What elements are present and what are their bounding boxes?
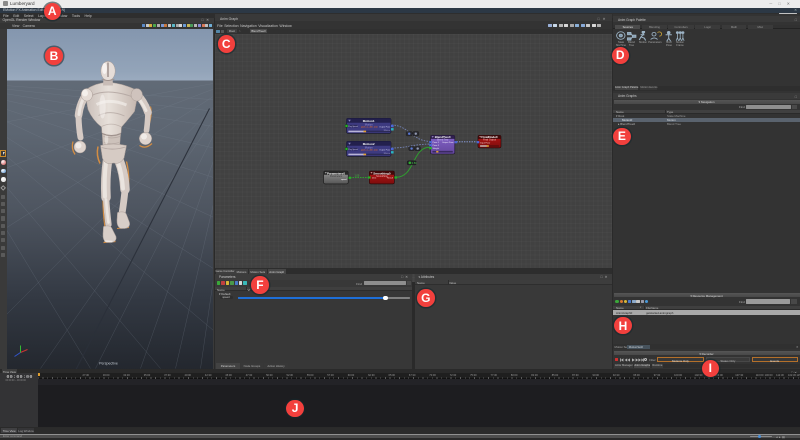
svg-text:Result: Result [387,176,393,179]
svg-text:jack_a...dle_aim: jack_a...dle_aim [360,149,378,151]
svg-text:Output Pose: Output Pose [379,148,391,151]
svg-text:Output Pose: Output Pose [379,125,391,128]
svg-text:Motion2: Motion2 [363,141,375,145]
svg-text:Output Pose: Output Pose [442,141,454,144]
svg-text:Dest: Dest [372,176,377,179]
svg-text:Input Pose: Input Pose [480,141,491,144]
svg-text:Motion1: Motion1 [363,118,375,122]
svg-text:Weight: Weight [433,147,440,150]
svg-text:Pose 2: Pose 2 [433,145,440,147]
svg-text:Pose 1: Pose 1 [433,142,440,144]
svg-text:0.50: 0.50 [412,162,417,165]
svg-text:Play Speed: Play Speed [348,126,358,128]
svg-text:Perspective: Perspective [99,361,118,365]
svg-text:Play Speed: Play Speed [348,149,358,151]
svg-text:speed: speed [341,178,348,180]
svg-text:jack_a...dle_aim: jack_a...dle_aim [360,126,378,128]
svg-text:Final Output: Final Output [483,138,496,141]
svg-text:Parameters: Parameters [330,175,343,178]
svg-text:1.00: 1.00 [355,174,360,177]
